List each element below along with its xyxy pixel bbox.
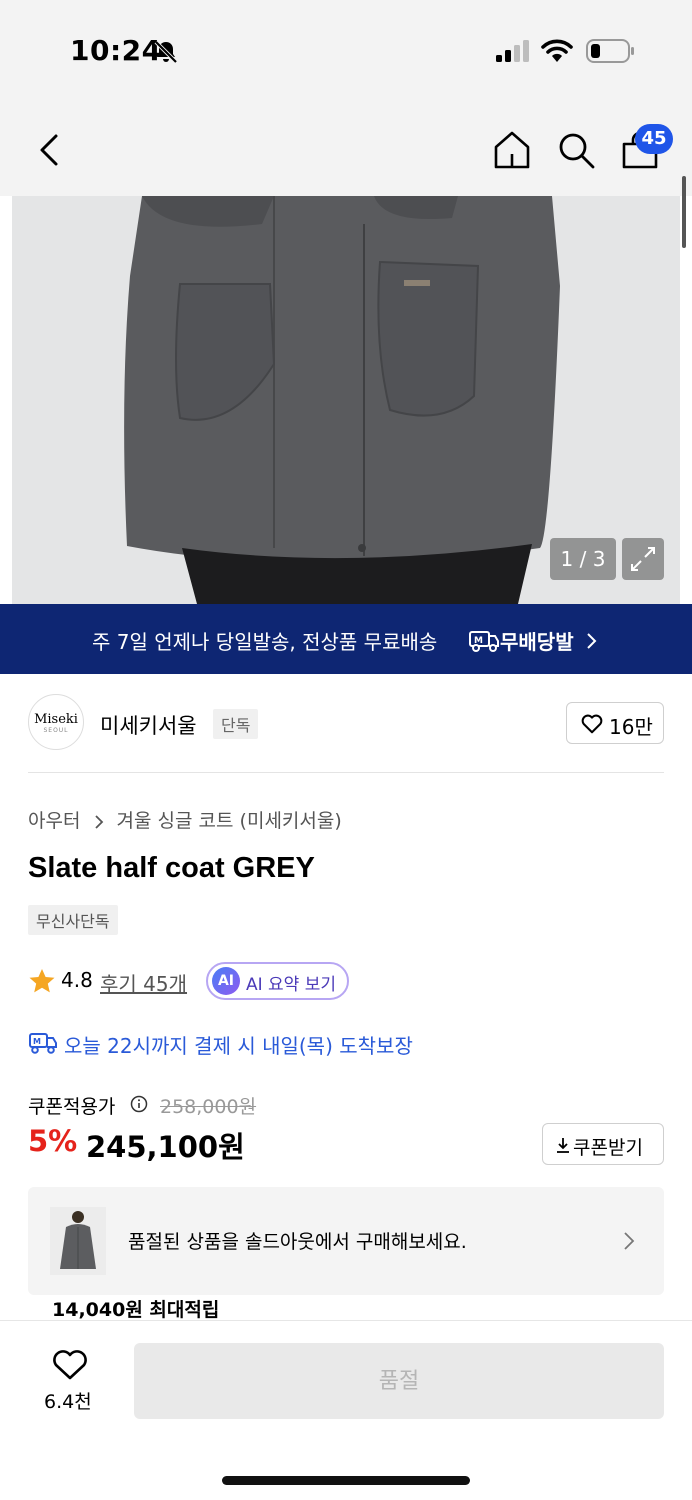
brand-logo-subtext: SEOUL (43, 727, 69, 734)
thumbnail-coat-image (50, 1207, 106, 1275)
ai-summary-label: AI 요약 보기 (246, 975, 337, 995)
delivery-guarantee: 오늘 22시까지 결제 시 내일(목) 도착보장 (64, 1034, 413, 1058)
svg-text:M: M (33, 1037, 41, 1046)
wishlist-count: 6.4천 (44, 1391, 92, 1413)
status-bar: 10:24 (0, 0, 692, 100)
brand-logo-text: Miseki (34, 712, 78, 727)
page-scrollbar[interactable] (682, 176, 686, 248)
status-time: 10:24 (70, 34, 162, 67)
breadcrumb-category[interactable]: 아우터 (28, 810, 80, 832)
star-icon (29, 969, 55, 993)
signal-icon (496, 40, 529, 62)
soldout-promo-text: 품절된 상품을 솔드아웃에서 구매해보세요. (128, 1231, 467, 1253)
breadcrumb: 아우터 겨울 싱글 코트 (미세키서울) (28, 806, 342, 833)
soldout-thumbnail (50, 1207, 106, 1275)
heart-icon (581, 714, 603, 734)
ai-icon: AI (212, 967, 240, 995)
max-points-text: 14,040원 최대적립 (52, 1299, 220, 1321)
home-icon[interactable] (492, 130, 532, 170)
brand-name[interactable]: 미세키서울 (100, 710, 197, 740)
coupon-button-label: 쿠폰받기 (573, 1137, 643, 1159)
bell-slash-icon (154, 40, 178, 64)
battery-icon (586, 39, 634, 63)
chevron-right-icon (94, 814, 103, 829)
sale-price: 245,100원 (86, 1130, 245, 1164)
divider (28, 772, 664, 773)
rating-value: 4.8 (61, 968, 93, 992)
image-counter: 1 / 3 (550, 538, 616, 580)
brand-exclusive-tag: 단독 (213, 709, 259, 739)
bottom-action-bar: 6.4천 품절 (0, 1320, 692, 1500)
delivery-truck-icon: M (29, 1033, 57, 1054)
expand-image-button[interactable] (622, 538, 664, 580)
breadcrumb-subcategory[interactable]: 겨울 싱글 코트 (미세키서울) (117, 810, 342, 832)
exclusive-badge: 무신사단독 (28, 905, 118, 935)
svg-text:M: M (474, 636, 483, 646)
cart-count-badge[interactable]: 45 (635, 124, 673, 154)
product-title: Slate half coat GREY (28, 852, 315, 884)
home-indicator[interactable] (222, 1476, 470, 1485)
get-coupon-button[interactable]: 쿠폰받기 (542, 1123, 664, 1165)
chevron-right-icon (624, 1232, 635, 1250)
brand-like-button[interactable]: 16만 (566, 702, 664, 744)
top-nav-bar (0, 100, 692, 196)
brand-logo[interactable]: Miseki SEOUL (28, 694, 84, 750)
points-row: 14,040원 최대적립 (28, 1295, 664, 1323)
delivery-truck-icon: M (469, 631, 499, 652)
chevron-right-icon (587, 633, 597, 649)
promo-brand: 무배당발 (500, 630, 574, 654)
discount-rate: 5% (28, 1124, 78, 1158)
free-shipping-banner[interactable]: 주 7일 언제나 당일발송, 전상품 무료배송 M 무배당발 (0, 604, 692, 674)
soldout-promo-card[interactable]: 품절된 상품을 솔드아웃에서 구매해보세요. (28, 1187, 664, 1295)
search-icon[interactable] (556, 130, 596, 170)
original-price: 258,000원 (160, 1096, 257, 1118)
brand-like-count: 16만 (609, 715, 653, 739)
promo-text: 주 7일 언제나 당일발송, 전상품 무료배송 (92, 630, 438, 654)
expand-icon (631, 547, 655, 571)
sold-out-button[interactable]: 품절 (134, 1343, 664, 1419)
review-count-link[interactable]: 후기 45개 (100, 968, 187, 997)
wifi-icon (541, 39, 573, 62)
info-icon[interactable] (130, 1095, 148, 1113)
download-icon (557, 1138, 569, 1153)
ai-summary-button[interactable]: AI AI 요약 보기 (206, 962, 349, 1000)
heart-icon[interactable] (52, 1349, 88, 1381)
back-icon[interactable] (34, 130, 68, 170)
coupon-price-label: 쿠폰적용가 (28, 1096, 116, 1118)
